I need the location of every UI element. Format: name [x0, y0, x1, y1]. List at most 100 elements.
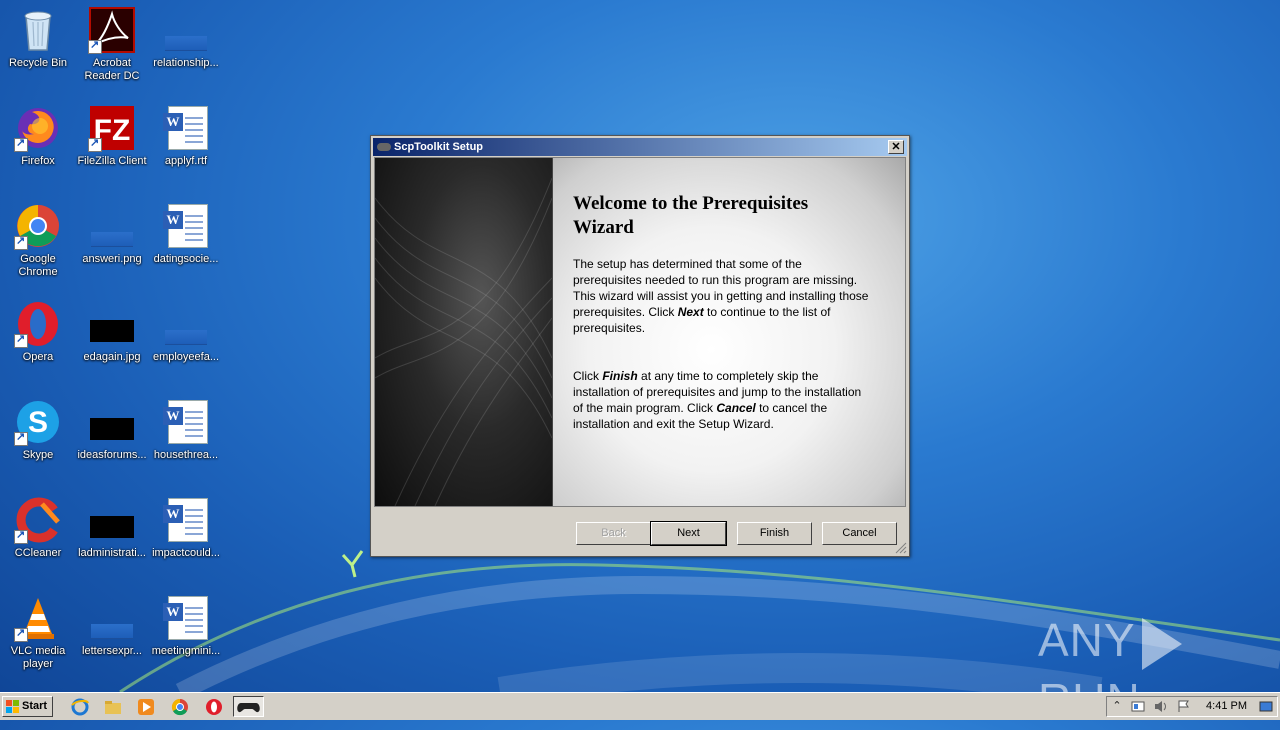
- desktop-icon-label: lettersexpr...: [82, 645, 142, 657]
- desktop-icon-applyf-rtf[interactable]: W applyf.rtf: [148, 104, 224, 168]
- anyrun-watermark: ANYRUN: [1038, 610, 1280, 726]
- desktop-icon-label: ladministrati...: [78, 547, 146, 559]
- wizard-content: Welcome to the Prerequisites Wizard The …: [553, 158, 905, 506]
- opera-quicklaunch-icon[interactable]: [205, 698, 223, 716]
- desktop-icon-skype[interactable]: S Skype: [0, 398, 76, 462]
- cancel-button[interactable]: Cancel: [822, 522, 897, 545]
- chrome-icon: [14, 202, 62, 250]
- word-document-icon: W: [162, 496, 210, 544]
- desktop-icon-label: Firefox: [21, 155, 55, 167]
- shortcut-arrow-icon: [14, 430, 28, 446]
- clock[interactable]: 4:41 PM: [1206, 697, 1247, 716]
- desktop-icon-label: Opera: [22, 351, 54, 363]
- system-tray: ⌃ 4:41 PM: [1106, 696, 1278, 717]
- setup-dialog: ScpToolkit Setup ✕ Welcome to the Prereq…: [370, 135, 910, 557]
- media-player-quicklaunch-icon[interactable]: [137, 698, 155, 716]
- gamepad-icon: [377, 143, 391, 151]
- desktop-icon-edagain-jpg[interactable]: edagain.jpg: [74, 300, 150, 364]
- desktop-icon-ladministrati[interactable]: ladministrati...: [74, 496, 150, 560]
- start-label: Start: [22, 700, 48, 712]
- desktop-icon-label: VLC media player: [10, 645, 66, 670]
- desktop-icon-housethrea[interactable]: W housethrea...: [148, 398, 224, 462]
- desktop-icon-lettersexpr[interactable]: lettersexpr...: [74, 594, 150, 658]
- desktop-icon-ideasforums[interactable]: ideasforums...: [74, 398, 150, 462]
- desktop-icon-datingsocie[interactable]: W datingsocie...: [148, 202, 224, 266]
- desktop-icon-label: Recycle Bin: [8, 57, 68, 69]
- chrome-quicklaunch-icon[interactable]: [171, 698, 189, 716]
- svg-text:S: S: [28, 406, 48, 439]
- firefox-icon: [14, 104, 62, 152]
- close-icon: ✕: [891, 141, 901, 153]
- image-file-icon: [88, 300, 136, 348]
- shortcut-arrow-icon: [14, 528, 28, 544]
- wallpaper-logo-sprout: [341, 550, 364, 578]
- desktop-icon-label: Skype: [22, 449, 54, 461]
- action-center-icon[interactable]: [1131, 700, 1145, 713]
- desktop-icon-meetingmini[interactable]: W meetingmini...: [148, 594, 224, 658]
- next-button[interactable]: Next: [650, 521, 727, 546]
- desktop-icon-employeefa[interactable]: employeefa...: [148, 300, 224, 364]
- desktop-icon-opera[interactable]: Opera: [0, 300, 76, 364]
- desktop-icon-label: ideasforums...: [77, 449, 147, 461]
- desktop-icon-label: housethrea...: [153, 449, 219, 461]
- shortcut-arrow-icon: [88, 136, 102, 152]
- tray-expand-icon[interactable]: ⌃: [1110, 700, 1124, 713]
- volume-icon[interactable]: [1154, 700, 1168, 713]
- ie-quicklaunch-icon[interactable]: [71, 698, 89, 716]
- desktop-icon-impactcould[interactable]: W impactcould...: [148, 496, 224, 560]
- wizard-panel: Welcome to the Prerequisites Wizard The …: [374, 157, 906, 507]
- play-logo-icon: [1141, 617, 1182, 670]
- back-button[interactable]: Back: [576, 522, 651, 545]
- desktop-icon-label: impactcould...: [152, 547, 220, 559]
- shortcut-arrow-icon: [88, 38, 102, 54]
- image-file-icon: [88, 594, 136, 642]
- desktop-icon-google-chrome[interactable]: Google Chrome: [0, 202, 76, 279]
- desktop-icon-label: employeefa...: [152, 351, 220, 363]
- word-document-icon: W: [162, 398, 210, 446]
- recycle-bin-icon: [14, 6, 62, 54]
- shortcut-arrow-icon: [14, 234, 28, 250]
- wizard-side-banner: [375, 158, 553, 506]
- desktop-icon-ccleaner[interactable]: CCleaner: [0, 496, 76, 560]
- taskbar-item-scptoolkit-setup[interactable]: [233, 696, 264, 717]
- flag-notification-icon[interactable]: [1177, 700, 1191, 713]
- shortcut-arrow-icon: [14, 332, 28, 348]
- desktop-icon-recycle-bin[interactable]: Recycle Bin: [0, 6, 76, 70]
- image-file-icon: [88, 398, 136, 446]
- start-button[interactable]: Start: [2, 696, 53, 717]
- desktop-icon-label: CCleaner: [14, 547, 62, 559]
- word-document-icon: W: [162, 104, 210, 152]
- desktop-icon-label: edagain.jpg: [83, 351, 141, 363]
- show-desktop-icon[interactable]: [1259, 700, 1273, 713]
- vlc-cone-icon: [14, 594, 62, 642]
- close-button[interactable]: ✕: [888, 140, 904, 154]
- desktop-icon-label: answeri.png: [82, 253, 142, 265]
- filezilla-icon: FZ: [88, 104, 136, 152]
- image-file-icon: [88, 496, 136, 544]
- desktop-icon-vlc[interactable]: VLC media player: [0, 594, 76, 671]
- skype-icon: S: [14, 398, 62, 446]
- desktop-icon-label: applyf.rtf: [164, 155, 208, 167]
- image-file-icon: [88, 202, 136, 250]
- desktop-icon-acrobat[interactable]: Acrobat Reader DC: [74, 6, 150, 83]
- desktop-icon-answeri-png[interactable]: answeri.png: [74, 202, 150, 266]
- resize-grip-icon[interactable]: [895, 542, 907, 554]
- image-file-icon: [162, 6, 210, 54]
- desktop-icon-label: Google Chrome: [18, 253, 58, 278]
- dialog-titlebar[interactable]: ScpToolkit Setup ✕: [373, 138, 907, 156]
- wizard-paragraph-intro: The setup has determined that some of th…: [573, 257, 869, 335]
- word-document-icon: W: [162, 594, 210, 642]
- finish-button[interactable]: Finish: [737, 522, 812, 545]
- desktop-icon-label: FileZilla Client: [77, 155, 147, 167]
- word-document-icon: W: [162, 202, 210, 250]
- desktop-icon-relationship[interactable]: relationship...: [148, 6, 224, 70]
- taskbar: Start ⌃ 4:41 PM: [0, 692, 1280, 720]
- acrobat-reader-icon: [88, 6, 136, 54]
- desktop-icon-label: meetingmini...: [151, 645, 221, 657]
- desktop-icon-filezilla[interactable]: FZ FileZilla Client: [74, 104, 150, 168]
- windows-flag-icon: [6, 700, 19, 713]
- wizard-paragraph-finish: Click Finish at any time to completely s…: [573, 369, 862, 431]
- desktop-icon-label: Acrobat Reader DC: [84, 57, 140, 82]
- desktop-icon-firefox[interactable]: Firefox: [0, 104, 76, 168]
- explorer-quicklaunch-icon[interactable]: [104, 698, 122, 716]
